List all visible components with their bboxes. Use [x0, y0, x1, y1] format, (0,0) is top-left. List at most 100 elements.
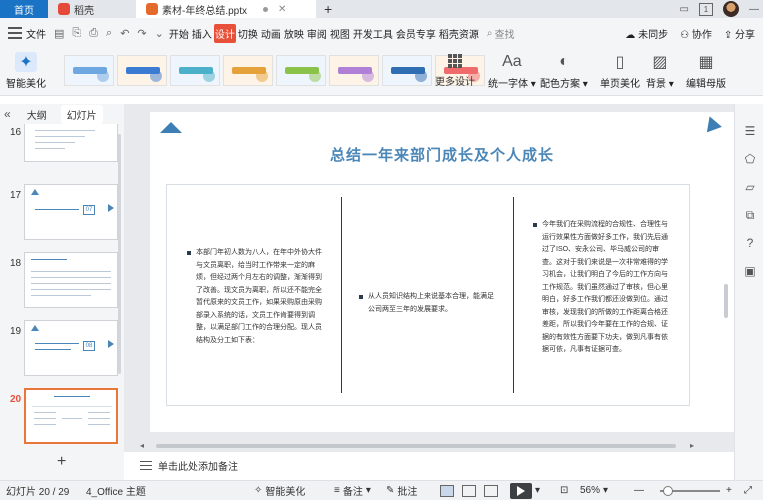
menu-docer-resources[interactable]: 稻壳资源 — [438, 24, 480, 43]
save-icon[interactable]: ▤ — [54, 27, 64, 40]
slide-thumbnail-active[interactable] — [24, 388, 118, 444]
menu-slideshow[interactable]: 放映 — [283, 24, 305, 43]
background-button[interactable]: ▨ 背景 ▾ — [646, 52, 674, 90]
file-menu[interactable]: 文件 — [26, 26, 46, 41]
properties-icon[interactable]: ☰ — [743, 124, 757, 138]
color-scheme-label: 配色方案 — [540, 79, 580, 90]
canvas-vertical-scrollbar[interactable] — [724, 284, 728, 318]
unify-font-label: 统一字体 — [488, 79, 528, 90]
menu-review[interactable]: 审阅 — [306, 24, 328, 43]
menu-transition[interactable]: 切换 — [237, 24, 259, 43]
palette-icon: ◐ — [559, 53, 569, 70]
edit-master-button[interactable]: ▦ 编辑母版 — [686, 52, 726, 90]
redo-icon[interactable]: ↷ — [137, 27, 146, 40]
scroll-left-icon[interactable]: ◂ — [140, 441, 144, 450]
window-count-badge[interactable]: 1 — [699, 2, 713, 16]
zoom-level: 56% — [580, 485, 601, 496]
zoom-slider-handle[interactable] — [663, 486, 674, 496]
design-thumbnail[interactable] — [382, 55, 432, 86]
fullscreen-icon[interactable]: ⤢ — [744, 485, 752, 496]
play-slideshow-button[interactable]: ▾ — [510, 482, 540, 499]
zoom-out-button[interactable]: ― — [634, 485, 644, 496]
horizontal-scrollbar[interactable]: ◂ ▸ — [124, 440, 734, 452]
text-column-3[interactable]: 今年我们在采购流程的合规性、合理性与运行效果性方面做好多工作，我们先后通过了IS… — [533, 219, 673, 357]
export-icon[interactable]: ⎘ — [72, 27, 81, 40]
image-icon[interactable]: ▣ — [743, 264, 757, 278]
view-normal-button[interactable] — [440, 484, 454, 497]
fit-window-button[interactable]: ⊡ — [560, 485, 568, 496]
theme-name[interactable]: 4_Office 主题 — [86, 483, 146, 498]
print-icon[interactable]: ⎙ — [89, 27, 98, 40]
single-page-beautify-button[interactable]: ▯ 单页美化 — [600, 52, 640, 90]
minimize-icon[interactable]: ― — [749, 4, 759, 15]
add-slide-button[interactable]: + — [57, 453, 66, 471]
share-button[interactable]: ⇪ 分享 — [724, 26, 755, 41]
comments-button[interactable]: ✎ 批注 — [386, 483, 417, 498]
design-thumbnail[interactable] — [170, 55, 220, 86]
new-tab-button[interactable]: + — [316, 0, 340, 18]
hamburger-icon[interactable] — [8, 27, 22, 39]
unify-font-button[interactable]: Aa 统一字体 ▾ — [488, 52, 536, 90]
design-thumbnail[interactable] — [117, 55, 167, 86]
more-chevron-icon[interactable]: ⌄ — [155, 27, 164, 40]
menu-start[interactable]: 开始 — [168, 24, 190, 43]
design-thumbnail[interactable] — [223, 55, 273, 86]
search-box[interactable]: ⌕ 查找 — [487, 26, 515, 41]
grid-icon — [448, 54, 462, 68]
design-thumbnail[interactable] — [276, 55, 326, 86]
edit-master-label: 编辑母版 — [686, 79, 726, 90]
menu-developer[interactable]: 开发工具 — [352, 24, 394, 43]
notes-toggle-button[interactable]: ≡ 备注 ▾ — [334, 483, 371, 498]
zoom-dropdown[interactable]: 56% ▾ — [580, 485, 608, 496]
scroll-right-icon[interactable]: ▸ — [690, 441, 694, 450]
slide-title[interactable]: 总结一年来部门成长及个人成长 — [150, 144, 734, 165]
view-sorter-button[interactable] — [462, 484, 476, 497]
design-thumbnail[interactable] — [329, 55, 379, 86]
tab-close-icon[interactable]: ✕ — [278, 4, 286, 15]
menu-design[interactable]: 设计 — [213, 23, 236, 43]
layout-icon[interactable]: ▭ — [680, 4, 689, 15]
tab-outline[interactable]: 大纲 — [21, 105, 53, 124]
panel-scrollbar[interactable] — [118, 134, 121, 374]
menu-animation[interactable]: 动画 — [260, 24, 282, 43]
menu-member[interactable]: 会员专享 — [395, 24, 437, 43]
section-badge: 07 — [83, 205, 95, 215]
sync-label: 未同步 — [638, 29, 669, 41]
triangle-decoration-left — [160, 122, 182, 133]
zoom-in-button[interactable]: + — [726, 485, 732, 496]
smart-beautify-button[interactable]: ✦ 智能美化 — [6, 52, 46, 90]
text-column-1[interactable]: 本部门年初人数为八人，在年中外协大件与文员离职，给当时工作带来一定的麻烦，但经过… — [187, 247, 327, 347]
sparkle-icon: ✧ — [254, 485, 263, 496]
collapse-panel-icon[interactable]: « — [4, 107, 11, 121]
tab-slides[interactable]: 幻灯片 — [60, 104, 103, 124]
menu-insert[interactable]: 插入 — [191, 24, 213, 43]
content-box[interactable]: 本部门年初人数为八人，在年中外协大件与文员离职，给当时工作带来一定的麻烦，但经过… — [166, 184, 690, 406]
tab-docer[interactable]: 稻壳 — [48, 0, 136, 18]
design-thumbnail[interactable] — [64, 55, 114, 86]
help-icon[interactable]: ? — [743, 236, 757, 250]
smart-beautify-status-button[interactable]: ✧ 智能美化 — [254, 483, 305, 498]
more-designs-button[interactable]: 更多设计 — [435, 54, 475, 88]
format-icon[interactable]: ⧉ — [743, 208, 757, 222]
smart-beautify-icon: ✦ — [15, 52, 37, 72]
shapes-icon[interactable]: ⬠ — [743, 152, 757, 166]
notes-area[interactable]: 单击此处添加备注 — [124, 452, 734, 478]
undo-icon[interactable]: ↶ — [120, 27, 129, 40]
view-reading-button[interactable] — [484, 484, 498, 497]
slide-thumbnail[interactable] — [24, 124, 118, 162]
slide-thumbnail[interactable]: 07 — [24, 184, 118, 240]
slide-thumbnail[interactable]: 08 — [24, 320, 118, 376]
color-scheme-button[interactable]: ◐ 配色方案 ▾ — [540, 52, 588, 90]
text-column-2[interactable]: 从人员知识结构上来说基本合理，能满足公司两至三年的发展要求。 — [359, 291, 499, 316]
horizontal-scroll-thumb[interactable] — [156, 444, 676, 448]
sync-status[interactable]: ☁ 未同步 — [625, 26, 668, 41]
tab-home[interactable]: 首页 — [0, 0, 48, 18]
tab-file[interactable]: 素材-年终总结.pptx ✕ — [136, 0, 316, 18]
menu-view[interactable]: 视图 — [329, 24, 351, 43]
transition-icon[interactable]: ▱ — [743, 180, 757, 194]
avatar[interactable] — [723, 1, 739, 17]
slide-thumbnail[interactable] — [24, 252, 118, 308]
collab-button[interactable]: ⚇ 协作 — [680, 26, 712, 41]
preview-icon[interactable]: ⌕ — [106, 27, 112, 40]
slide-canvas[interactable]: 总结一年来部门成长及个人成长 本部门年初人数为八人，在年中外协大件与文员离职，给… — [150, 112, 734, 432]
